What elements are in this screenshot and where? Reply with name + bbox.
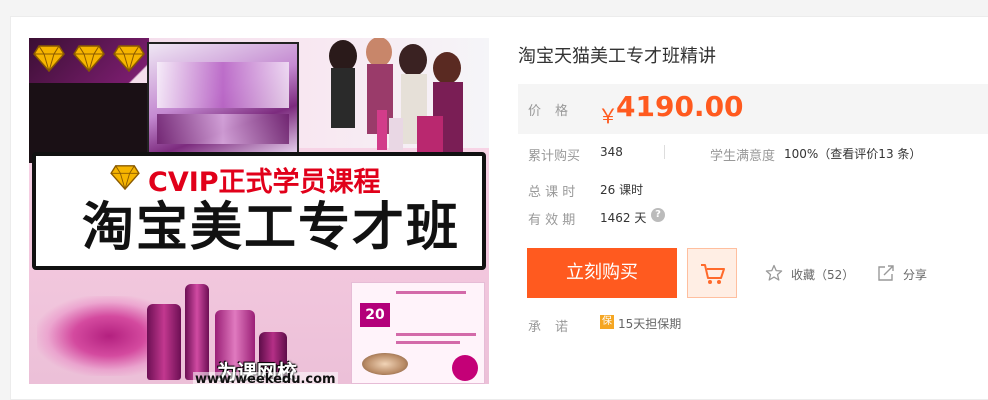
purchases-label: 累计购买 [528,149,581,164]
price-currency: ￥ [598,104,618,128]
product-image[interactable]: CVIP正式学员课程 淘宝美工专才班 20 为课网校 www.weekedu.c… [29,38,489,384]
favorite-label: 收藏（52） [791,268,855,282]
share-button[interactable]: 分享 [877,264,937,284]
image-products-area: 20 为课网校 www.weekedu.com [29,270,489,384]
satisfaction-value[interactable]: 100%（查看评价13 条） [784,145,921,162]
share-label: 分享 [903,268,928,282]
diamond-icon [113,45,145,72]
promo-banner: CVIP正式学员课程 淘宝美工专才班 [32,152,486,270]
purchases-value: 348 [600,145,623,159]
hours-label: 总 课 时 [528,185,576,200]
validity-label: 有 效 期 [528,213,576,228]
image-dark-band [29,83,159,163]
question-icon[interactable]: ? [651,208,665,222]
hours-value: 26 课时 [600,183,644,197]
guarantee-text: 15天担保期 [618,317,682,331]
diamond-icon [73,45,105,72]
star-icon [765,264,783,281]
product-title: 淘宝天猫美工专才班精讲 [518,46,716,67]
satisfaction-label: 学生满意度 [710,149,776,164]
buy-now-button[interactable]: 立刻购买 [527,248,677,298]
stats-divider [664,145,665,159]
image-promo-card: 20 [351,282,485,384]
diamond-icon [110,165,140,190]
guarantee-badge: 保 [600,315,614,329]
price-label: 价格 [528,104,583,119]
price-value: 4190.00 [616,90,744,123]
validity-value: 1462 天 [600,211,647,225]
price-box: 价格 ￥ 4190.00 [518,84,988,134]
banner-title: 淘宝美工专才班 [82,198,461,258]
image-logo-url: www.weekedu.com [193,372,338,384]
add-to-cart-button[interactable] [687,248,737,298]
image-screen-graphic [147,42,299,156]
diamond-icon [33,45,65,72]
image-people-illustration [329,38,463,152]
share-icon [878,265,894,281]
banner-subtitle: CVIP正式学员课程 [148,167,381,198]
promise-label: 承诺 [528,320,583,335]
favorite-button[interactable]: 收藏（52） [765,264,855,284]
shopping-cart-icon [701,264,725,284]
